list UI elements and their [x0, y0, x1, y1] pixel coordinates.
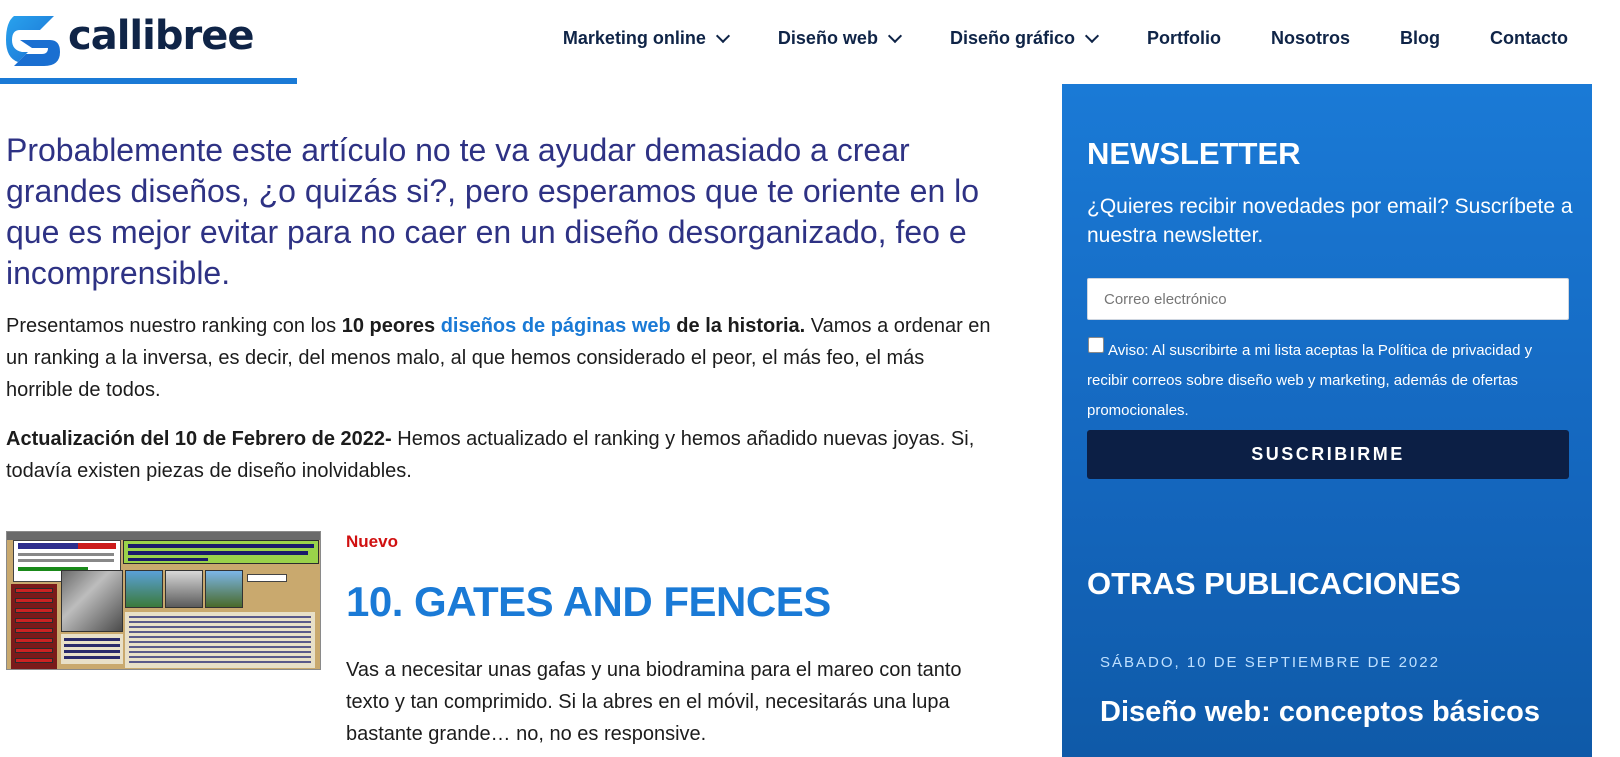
chevron-down-icon [887, 28, 903, 44]
nav-item-label: Marketing online [562, 28, 706, 48]
chevron-down-icon [715, 28, 730, 44]
nav-item-label: Diseño web [777, 28, 878, 48]
nav-item-portfolio[interactable]: Portfolio [1147, 28, 1221, 49]
nav-item-label: Diseño gráfico [949, 28, 1075, 48]
article-update-note: Actualización del 10 de Febrero de 2022-… [6, 423, 996, 487]
logo-wordmark: callibree [68, 13, 254, 59]
intro-link[interactable]: diseños de páginas web [441, 315, 671, 337]
newsletter-title: NEWSLETTER [1087, 136, 1301, 171]
logo-underline [0, 78, 297, 84]
nav-item-nosotros[interactable]: Nosotros [1271, 28, 1350, 49]
entry-title: 10. GATES AND FENCES [346, 578, 831, 625]
nav-item-diseno-grafico[interactable]: Diseño gráfico [949, 28, 1100, 49]
intro-bold: 10 peores [341, 315, 436, 337]
newsletter-subtitle: ¿Quieres recibir novedades por email? Su… [1087, 195, 1573, 247]
intro-text: Presentamos nuestro ranking con los [6, 315, 342, 337]
nav-item-marketing-online[interactable]: Marketing online [562, 28, 730, 49]
article-lead: Probablemente este artículo no te va ayu… [6, 132, 980, 291]
new-badge: Nuevo [346, 532, 398, 551]
update-bold: Actualización del 10 de Febrero de 2022- [6, 428, 392, 450]
entry-body: Vas a necesitar unas gafas y una biodram… [346, 659, 962, 745]
email-input[interactable] [1087, 278, 1569, 320]
nav-item-label: Blog [1400, 28, 1440, 48]
site-header: callibree Marketing online Diseño web Di… [0, 0, 1620, 84]
entry-thumbnail[interactable] [6, 531, 321, 670]
privacy-notice: Aviso: Al suscribirte a mi lista aceptas… [1087, 342, 1533, 419]
chevron-down-icon [1084, 28, 1100, 44]
main-nav: Marketing online Diseño web Diseño gráfi… [513, 28, 1568, 49]
other-posts-title: OTRAS PUBLICACIONES [1087, 566, 1461, 601]
consent-checkbox[interactable] [1088, 337, 1104, 353]
article-intro: Presentamos nuestro ranking con los 10 p… [6, 310, 996, 406]
nav-item-label: Portfolio [1146, 28, 1221, 48]
nav-item-blog[interactable]: Blog [1400, 28, 1440, 49]
subscribe-button[interactable]: SUSCRIBIRME [1087, 430, 1569, 479]
nav-item-label: Nosotros [1270, 28, 1350, 48]
intro-bold: de la historia. [670, 315, 806, 337]
nav-item-contacto[interactable]: Contacto [1490, 28, 1568, 49]
nav-item-label: Contacto [1490, 28, 1568, 48]
post-link[interactable]: Diseño web: conceptos básicos [1100, 696, 1540, 729]
site-logo[interactable]: callibree [6, 10, 254, 68]
sidebar: NEWSLETTER ¿Quieres recibir novedades po… [1062, 84, 1592, 757]
callibree-logo-icon [6, 16, 60, 66]
nav-item-diseno-web[interactable]: Diseño web [777, 28, 903, 49]
post-date: SÁBADO, 10 DE SEPTIEMBRE DE 2022 [1100, 654, 1440, 671]
